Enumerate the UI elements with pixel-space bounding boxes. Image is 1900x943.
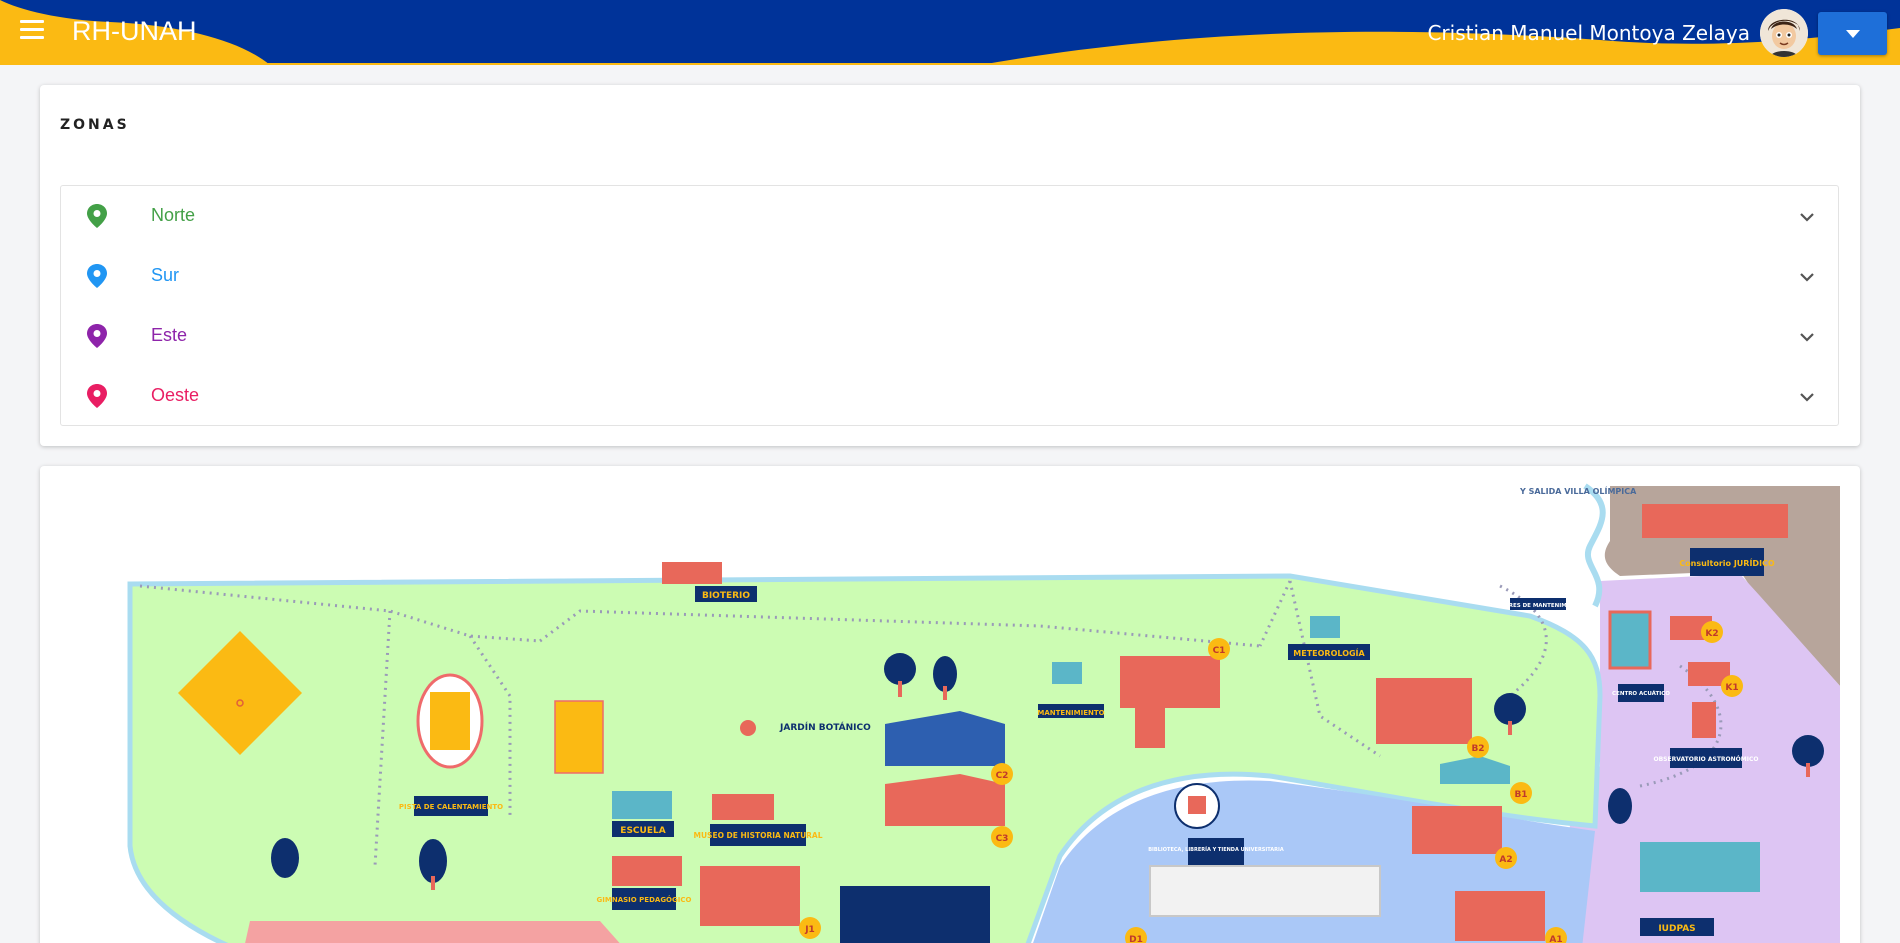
zone-item-sur[interactable]: Sur (61, 246, 1838, 306)
avatar[interactable] (1760, 9, 1808, 57)
app-title: RH-UNAH (72, 16, 197, 46)
chevron-down-icon (1800, 273, 1814, 282)
running-track (416, 673, 484, 769)
map-label-biblioteca: BIBLIOTECA, LIBRERÍA Y TIENDA UNIVERSITA… (1148, 845, 1284, 853)
building-consultorio (1642, 504, 1788, 538)
zone-label: Norte (151, 205, 196, 225)
zones-card: ZONAS Norte Sur Este Oeste (40, 85, 1860, 446)
avatar-icon (1760, 9, 1808, 57)
user-name[interactable]: Cristian Manuel Montoya Zelaya (1427, 21, 1750, 45)
zone-item-oeste[interactable]: Oeste (61, 366, 1838, 426)
badge-code: D1 (1129, 935, 1143, 943)
badge-code: K1 (1725, 683, 1738, 693)
campus-map[interactable]: PISTA DE CALENTAMIENTO BIOTERIO JARDÍN B… (40, 466, 1860, 943)
badge-code: C3 (996, 834, 1009, 844)
chevron-down-icon (1800, 213, 1814, 222)
user-dropdown-button[interactable] (1818, 12, 1887, 55)
soccer-field (554, 700, 604, 774)
building-dark-blue (840, 886, 990, 943)
zone-label: Sur (151, 265, 180, 285)
map-label-observatorio: OBSERVATORIO ASTRONÓMICO (1654, 756, 1759, 763)
badge-code: B1 (1514, 790, 1527, 800)
map-label-meteorologia: METEOROLOGÍA (1293, 647, 1365, 658)
map-label-mantenimiento: MANTENIMIENTO (1037, 709, 1104, 717)
building-centro-acuatico (1608, 610, 1652, 670)
map-label-iudpas: IUDPAS (1658, 924, 1695, 934)
map-marker-icon (87, 264, 107, 288)
badge-code: A1 (1549, 935, 1562, 943)
building-c1 (1120, 656, 1220, 708)
map-label-jardin: JARDÍN BOTÁNICO (779, 721, 871, 733)
map-label-escuela: ESCUELA (620, 826, 665, 836)
main-central-building (1149, 865, 1381, 917)
badge-code: A2 (1499, 855, 1512, 865)
map-label-bioterio: BIOTERIO (702, 591, 750, 601)
zones-accordion: Norte Sur Este Oeste (60, 185, 1839, 426)
chevron-down-icon (1800, 393, 1814, 402)
building-iudpas (1640, 842, 1760, 892)
map-label-gimnasio: GIMNASIO PEDAGÓGICO (597, 895, 692, 904)
badge-code: B2 (1471, 744, 1484, 754)
building-a1 (1455, 891, 1545, 941)
badge-code: C2 (996, 771, 1009, 781)
map-marker-icon (87, 324, 107, 348)
building-c3 (885, 774, 1005, 826)
flower-icon (740, 720, 756, 736)
map-label-pista: PISTA DE CALENTAMIENTO (399, 803, 503, 811)
badge-code: J1 (804, 925, 815, 935)
map-label-museo: MUSEO DE HISTORIA NATURAL (693, 831, 822, 840)
badge-code: K2 (1705, 629, 1718, 639)
menu-button[interactable] (20, 20, 50, 46)
top-app-bar: RH-UNAH Cristian Manuel Montoya Zelaya (0, 0, 1900, 65)
map-label-acuatico: CENTRO ACUÁTICO (1612, 690, 1670, 697)
zone-item-este[interactable]: Este (61, 306, 1838, 366)
building-b2 (1376, 678, 1472, 744)
campus-map-card: PISTA DE CALENTAMIENTO BIOTERIO JARDÍN B… (40, 466, 1860, 943)
map-marker-icon (87, 384, 107, 408)
map-label-talleres: TALLERES DE MANTENIMIENTO (1490, 603, 1586, 609)
map-label-consultorio: Consultorio JURÍDICO (1679, 557, 1775, 568)
caret-down-icon (1846, 30, 1860, 38)
zone-label: Oeste (151, 385, 200, 405)
zone-label: Este (151, 325, 188, 345)
menu-icon (20, 20, 44, 23)
map-zone-south (245, 921, 620, 943)
map-marker-icon (87, 204, 107, 228)
building-a2 (1412, 806, 1502, 854)
badge-code: C1 (1213, 646, 1226, 656)
zone-item-norte[interactable]: Norte (61, 186, 1838, 246)
chevron-down-icon (1800, 333, 1814, 342)
zones-title: ZONAS (60, 117, 130, 133)
map-label-villa: Y SALIDA VILLA OLÍMPICA (1519, 485, 1637, 496)
